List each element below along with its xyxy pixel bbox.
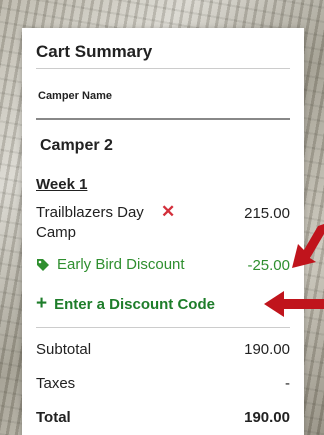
- discount-label: Early Bird Discount: [57, 256, 185, 273]
- remove-item-button[interactable]: ✕: [161, 202, 175, 222]
- divider: [36, 327, 290, 328]
- item-name: Trailblazers Day Camp: [36, 204, 144, 241]
- enter-discount-code-link[interactable]: + Enter a Discount Code: [36, 293, 215, 315]
- divider: [36, 118, 290, 120]
- camper-name-header: Camper Name: [38, 90, 112, 102]
- subtotal-value: 190.00: [244, 341, 290, 358]
- camper-name: Camper 2: [40, 137, 113, 154]
- week-label: Week 1: [36, 176, 88, 193]
- discount-line: Early Bird Discount: [36, 256, 185, 273]
- taxes-value: -: [285, 375, 290, 392]
- plus-icon: +: [36, 293, 48, 314]
- enter-discount-code-label: Enter a Discount Code: [54, 295, 215, 313]
- tag-icon: [37, 258, 49, 271]
- item-price: 215.00: [244, 205, 290, 222]
- arrow-icon: [264, 291, 324, 317]
- arrow-icon: [292, 224, 324, 268]
- subtotal-label: Subtotal: [36, 341, 92, 358]
- discount-amount: -25.00: [247, 257, 290, 274]
- taxes-label: Taxes: [36, 375, 76, 392]
- remove-icon: ✕: [161, 202, 176, 221]
- divider: [36, 68, 290, 69]
- total-value: 190.00: [244, 409, 290, 426]
- total-label: Total: [36, 409, 71, 426]
- cart-summary-card: Cart Summary Camper Name Camper 2 Week 1…: [22, 28, 304, 435]
- cart-title: Cart Summary: [36, 42, 153, 61]
